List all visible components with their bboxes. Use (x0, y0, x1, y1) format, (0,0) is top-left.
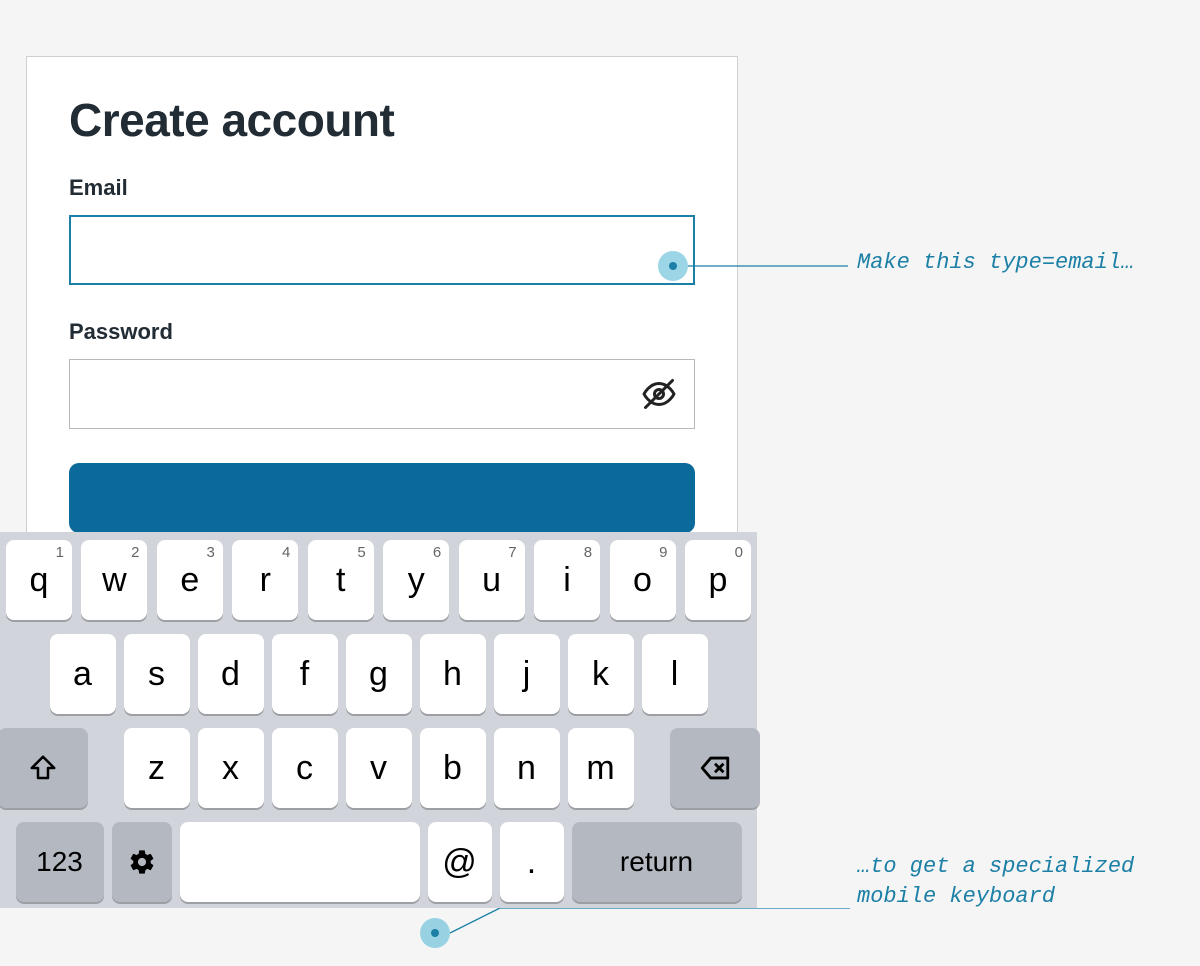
password-field[interactable] (69, 359, 695, 429)
key-u[interactable]: 7u (459, 540, 525, 620)
backspace-icon (698, 751, 732, 785)
email-input-wrap (69, 215, 695, 285)
key-e[interactable]: 3e (157, 540, 223, 620)
annotation-text-2: …to get a specialized mobile keyboard (857, 852, 1177, 911)
annotation-leader-2 (450, 908, 860, 948)
gear-icon (128, 848, 156, 876)
key-g[interactable]: g (346, 634, 412, 714)
key-m[interactable]: m (568, 728, 634, 808)
key-w[interactable]: 2w (81, 540, 147, 620)
key-at[interactable]: @ (428, 822, 492, 902)
key-x[interactable]: x (198, 728, 264, 808)
key-i[interactable]: 8i (534, 540, 600, 620)
key-backspace[interactable] (670, 728, 760, 808)
key-b[interactable]: b (420, 728, 486, 808)
keyboard-row-4: 123 @ . return (6, 822, 751, 902)
toggle-password-visibility-icon[interactable] (641, 376, 677, 412)
annotation-marker-1 (658, 251, 688, 281)
key-z[interactable]: z (124, 728, 190, 808)
keyboard-row-3: z x c v b n m (6, 728, 751, 808)
key-h[interactable]: h (420, 634, 486, 714)
key-space[interactable] (180, 822, 420, 902)
annotation-leader-1 (688, 260, 858, 280)
annotation-marker-2 (420, 918, 450, 948)
key-t[interactable]: 5t (308, 540, 374, 620)
key-p[interactable]: 0p (685, 540, 751, 620)
shift-icon (28, 753, 58, 783)
email-field[interactable] (69, 215, 695, 285)
key-o[interactable]: 9o (610, 540, 676, 620)
key-f[interactable]: f (272, 634, 338, 714)
submit-button[interactable] (69, 463, 695, 533)
key-n[interactable]: n (494, 728, 560, 808)
key-a[interactable]: a (50, 634, 116, 714)
password-label: Password (69, 319, 695, 345)
keyboard-row-1: 1q 2w 3e 4r 5t 6y 7u 8i 9o 0p (6, 540, 751, 620)
key-c[interactable]: c (272, 728, 338, 808)
key-return[interactable]: return (572, 822, 742, 902)
page-title: Create account (69, 93, 695, 147)
annotation-text-1: Make this type=email… (857, 248, 1177, 278)
keyboard-row-2: a s d f g h j k l (6, 634, 751, 714)
key-v[interactable]: v (346, 728, 412, 808)
key-k[interactable]: k (568, 634, 634, 714)
key-mode-123[interactable]: 123 (16, 822, 104, 902)
key-dot[interactable]: . (500, 822, 564, 902)
password-input-wrap (69, 359, 695, 429)
email-label: Email (69, 175, 695, 201)
create-account-card: Create account Email Password (26, 56, 738, 539)
key-q[interactable]: 1q (6, 540, 72, 620)
key-s[interactable]: s (124, 634, 190, 714)
key-r[interactable]: 4r (232, 540, 298, 620)
key-j[interactable]: j (494, 634, 560, 714)
key-l[interactable]: l (642, 634, 708, 714)
key-settings[interactable] (112, 822, 172, 902)
mobile-keyboard: 1q 2w 3e 4r 5t 6y 7u 8i 9o 0p a s d f g … (0, 532, 757, 908)
key-y[interactable]: 6y (383, 540, 449, 620)
key-shift[interactable] (0, 728, 88, 808)
key-d[interactable]: d (198, 634, 264, 714)
